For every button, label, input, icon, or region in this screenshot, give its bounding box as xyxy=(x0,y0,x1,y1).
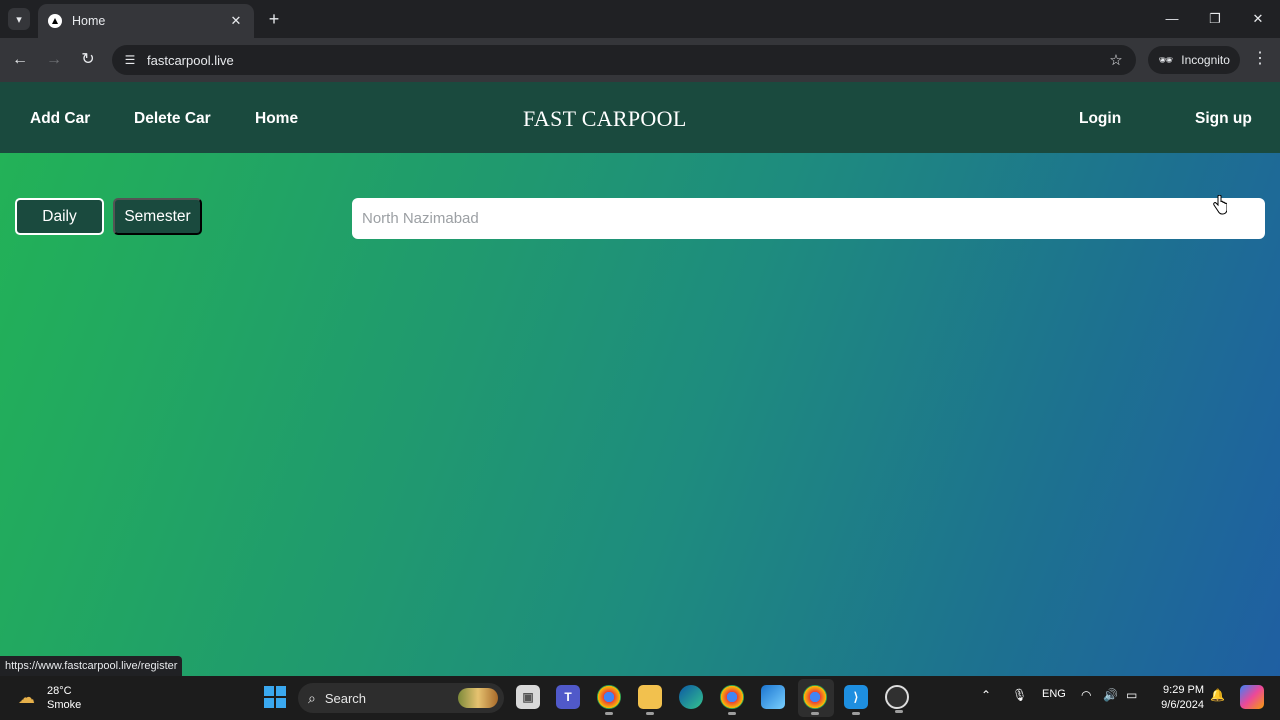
site-brand-title: FAST CARPOOL xyxy=(523,106,687,131)
taskbar-search-label: Search xyxy=(324,690,367,706)
close-window-icon[interactable]: ✕ xyxy=(1245,8,1271,30)
bookmark-star-icon[interactable]: ☆ xyxy=(1104,51,1128,69)
nav-signup-link[interactable]: Sign up xyxy=(1195,110,1252,128)
hand-pointer-cursor-icon xyxy=(1213,195,1227,215)
tab-title: Home xyxy=(72,14,106,28)
browser-tab-bar: ▾ Home ✕ + — ❐ ✕ xyxy=(0,0,1280,38)
task-view-icon[interactable]: ▣ xyxy=(516,685,540,709)
wifi-icon[interactable]: ◠ xyxy=(1081,688,1091,702)
forward-arrow-icon[interactable]: → xyxy=(42,48,66,72)
weather-temperature: 28°C xyxy=(47,685,72,697)
reload-icon[interactable]: ↻ xyxy=(76,48,100,72)
chrome-incognito-icon[interactable] xyxy=(803,685,827,715)
search-highlight-image xyxy=(458,688,498,708)
windows-taskbar: ☁ 28°C Smoke ⌕ Search ▣ T ⟩ ⌃ 🎙 ENG ◠ 🔊 … xyxy=(0,676,1280,720)
tray-overflow-chevron-icon[interactable]: ⌃ xyxy=(981,688,991,702)
weather-smoke-icon: ☁ xyxy=(18,688,35,707)
chrome-profile-icon[interactable] xyxy=(720,685,744,715)
battery-icon[interactable]: ▭ xyxy=(1126,688,1137,702)
clock-date: 9/6/2024 xyxy=(1161,699,1204,711)
nav-add-car-link[interactable]: Add Car xyxy=(30,110,90,128)
address-bar[interactable]: ☰ fastcarpool.live ☆ xyxy=(112,45,1136,75)
teams-icon[interactable]: T xyxy=(556,685,580,709)
nav-delete-car-link[interactable]: Delete Car xyxy=(134,110,211,128)
file-explorer-icon[interactable] xyxy=(638,685,662,715)
chrome-icon[interactable] xyxy=(597,685,621,715)
windows-start-icon[interactable] xyxy=(264,686,286,708)
notification-bell-icon[interactable]: 🔔 xyxy=(1210,688,1225,702)
page-body: Add Car Delete Car Home FAST CARPOOL Log… xyxy=(0,82,1280,676)
tab-list-chevron-icon[interactable]: ▾ xyxy=(8,8,30,30)
site-navbar: Add Car Delete Car Home FAST CARPOOL Log… xyxy=(0,82,1280,153)
volume-icon[interactable]: 🔊 xyxy=(1103,688,1118,702)
system-clock[interactable]: 9:29 PM 9/6/2024 xyxy=(1152,683,1204,713)
location-search-input[interactable] xyxy=(352,198,1265,239)
site-favicon-icon xyxy=(48,14,62,28)
obs-icon[interactable] xyxy=(885,685,909,713)
weather-description: Smoke xyxy=(47,699,82,711)
semester-mode-button[interactable]: Semester xyxy=(113,198,202,235)
vscode-icon[interactable]: ⟩ xyxy=(844,685,868,715)
edge-icon[interactable] xyxy=(679,685,703,709)
search-icon: ⌕ xyxy=(308,689,316,706)
nav-home-link[interactable]: Home xyxy=(255,110,298,128)
incognito-label: Incognito xyxy=(1181,53,1230,67)
input-language[interactable]: ENG xyxy=(1042,688,1066,700)
tab-close-icon[interactable]: ✕ xyxy=(228,13,244,29)
browser-menu-kebab-icon[interactable]: ⋮ xyxy=(1250,48,1270,72)
restore-window-icon[interactable]: ❐ xyxy=(1202,8,1228,30)
weather-widget[interactable]: ☁ 28°C Smoke xyxy=(18,684,81,712)
site-info-tune-icon[interactable]: ☰ xyxy=(120,53,140,67)
taskbar-search-box[interactable]: ⌕ Search xyxy=(298,683,504,713)
browser-tab-home[interactable]: Home ✕ xyxy=(38,4,254,38)
new-tab-plus-icon[interactable]: + xyxy=(264,9,284,29)
clock-time: 9:29 PM xyxy=(1163,684,1204,696)
daily-mode-button[interactable]: Daily xyxy=(15,198,104,235)
back-arrow-icon[interactable]: ← xyxy=(8,48,32,72)
address-url[interactable]: fastcarpool.live xyxy=(147,53,1104,68)
incognito-indicator[interactable]: 🕶 Incognito xyxy=(1148,46,1240,74)
nav-login-link[interactable]: Login xyxy=(1079,110,1121,128)
photos-icon[interactable] xyxy=(761,685,785,709)
incognito-icon: 🕶 xyxy=(1158,53,1174,67)
status-bar-url: https://www.fastcarpool.live/register xyxy=(0,656,183,676)
copilot-icon[interactable] xyxy=(1240,685,1264,709)
microphone-icon[interactable]: 🎙 xyxy=(1012,688,1027,702)
minimize-icon[interactable]: — xyxy=(1159,8,1185,30)
